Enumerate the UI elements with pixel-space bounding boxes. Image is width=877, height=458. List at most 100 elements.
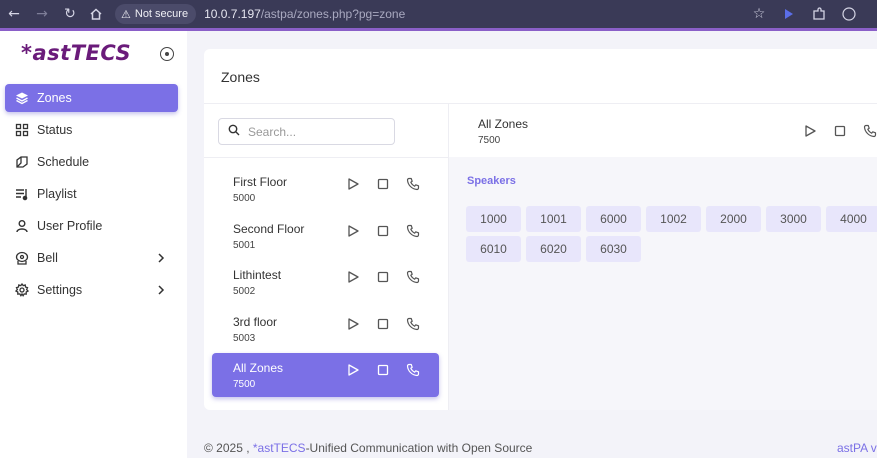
chevron-right-icon (156, 283, 166, 300)
sidebar-item-label: Playlist (37, 187, 77, 201)
phone-icon[interactable] (405, 176, 421, 192)
zone-name: 3rd floor (233, 314, 278, 329)
speaker-chip[interactable]: 6020 (526, 236, 581, 262)
bell-icon (15, 251, 29, 265)
copyright-text: © 2025 , (204, 441, 253, 455)
page-title: Zones (221, 69, 260, 85)
url-path: /astpa/zones.php?pg=zone (260, 7, 406, 21)
phone-icon[interactable] (405, 223, 421, 239)
sidebar-item-playlist[interactable]: Playlist (5, 180, 178, 208)
zone-name: All Zones (233, 361, 284, 376)
phone-icon[interactable] (405, 362, 421, 378)
sidebar-menu: Zones Status Schedule Playlist User Prof… (5, 84, 178, 308)
sidebar-item-label: Settings (37, 283, 83, 297)
zone-number: 5002 (233, 286, 256, 298)
sidebar: *astTECS Zones Status Schedule Playlist (0, 31, 187, 458)
security-chip[interactable]: ⚠ Not secure (115, 4, 197, 24)
phone-icon[interactable] (405, 316, 421, 332)
speakers-panel: Speakers 1000 1001 6000 1002 2000 3000 4… (449, 157, 877, 410)
speaker-chip[interactable]: 1002 (646, 206, 701, 232)
speaker-chip[interactable]: 1000 (466, 206, 521, 232)
zone-detail-header: All Zones 7500 (449, 104, 877, 157)
stop-icon[interactable] (375, 316, 391, 332)
speakers-heading: Speakers (467, 175, 516, 187)
zone-number: 5001 (233, 239, 256, 251)
forward-icon[interactable]: → (31, 3, 53, 25)
stop-icon[interactable] (375, 269, 391, 285)
sidebar-item-schedule[interactable]: Schedule (5, 148, 178, 176)
sidebar-item-status[interactable]: Status (5, 116, 178, 144)
chevron-right-icon (156, 251, 166, 268)
sidebar-item-bell[interactable]: Bell (5, 244, 178, 272)
zone-item-3rd-floor[interactable]: 3rd floor 5003 (212, 307, 439, 351)
speaker-chip[interactable]: 3000 (766, 206, 821, 232)
search-input[interactable] (248, 124, 388, 139)
sidebar-item-label: Schedule (37, 155, 90, 169)
zone-number: 5003 (233, 332, 256, 344)
security-label: Not secure (134, 8, 189, 20)
search-box (218, 118, 395, 145)
speaker-chip[interactable]: 6030 (586, 236, 641, 262)
reload-icon[interactable]: ↻ (59, 3, 81, 25)
speaker-chip[interactable]: 6000 (586, 206, 641, 232)
extensions-icon[interactable] (809, 3, 829, 25)
speaker-chip[interactable]: 6010 (466, 236, 521, 262)
speaker-grid: 1000 1001 6000 1002 2000 3000 4000 6010 … (466, 206, 877, 262)
url-host: 10.0.7.197 (204, 7, 261, 21)
version-label: astPA v (837, 441, 877, 455)
sidebar-item-label: Status (37, 123, 73, 137)
phone-icon[interactable] (405, 269, 421, 285)
zone-number: 7500 (233, 379, 256, 391)
extension-color-icon[interactable] (779, 3, 799, 25)
zone-item-lithintest[interactable]: Lithintest 5002 (212, 260, 439, 304)
zone-name: Lithintest (233, 268, 282, 283)
zone-name: Second Floor (233, 221, 305, 236)
zone-item-first-floor[interactable]: First Floor 5000 (212, 167, 439, 211)
phone-icon[interactable] (862, 123, 877, 139)
sidebar-item-settings[interactable]: Settings (5, 276, 178, 304)
zone-list-divider (204, 157, 448, 158)
url-text[interactable]: 10.0.7.197/astpa/zones.php?pg=zone (204, 7, 405, 21)
zone-number: 5000 (233, 193, 256, 204)
stop-icon[interactable] (375, 176, 391, 192)
gear-icon (15, 283, 29, 297)
play-icon[interactable] (802, 123, 818, 139)
play-icon[interactable] (345, 269, 361, 285)
footer-text: © 2025 , *astTECS-Unified Communication … (204, 441, 532, 455)
playlist-icon (15, 187, 29, 201)
back-icon[interactable]: ← (3, 3, 25, 25)
play-icon[interactable] (345, 362, 361, 378)
grid-icon (15, 123, 29, 137)
play-icon[interactable] (345, 316, 361, 332)
selected-zone-number: 7500 (478, 135, 501, 146)
stop-icon[interactable] (832, 123, 848, 139)
browser-toolbar: ← → ↻ ⚠ Not secure 10.0.7.197/astpa/zone… (0, 0, 877, 28)
layers-icon (15, 91, 29, 105)
sidebar-toggle-icon[interactable] (160, 47, 174, 61)
sidebar-item-user-profile[interactable]: User Profile (5, 212, 178, 240)
sidebar-item-zones[interactable]: Zones (5, 84, 178, 112)
speaker-chip[interactable]: 2000 (706, 206, 761, 232)
stop-icon[interactable] (375, 362, 391, 378)
play-icon[interactable] (345, 223, 361, 239)
stop-icon[interactable] (375, 223, 391, 239)
sidebar-item-label: Bell (37, 251, 58, 265)
app-logo[interactable]: *astTECS (21, 41, 131, 65)
zone-name: First Floor (233, 175, 287, 189)
play-icon[interactable] (345, 176, 361, 192)
bookmark-star-icon[interactable]: ☆ (749, 3, 769, 25)
address-bar[interactable]: ⚠ Not secure 10.0.7.197/astpa/zones.php?… (115, 3, 405, 25)
zone-item-all-zones[interactable]: All Zones 7500 (212, 353, 439, 398)
selected-zone-name: All Zones (478, 117, 529, 131)
speaker-chip[interactable]: 1001 (526, 206, 581, 232)
profile-icon[interactable] (839, 3, 859, 25)
sidebar-item-label: Zones (37, 91, 72, 105)
zone-item-second-floor[interactable]: Second Floor 5001 (212, 214, 439, 258)
search-icon (228, 124, 240, 139)
home-icon[interactable] (85, 3, 107, 25)
warning-icon: ⚠ (121, 7, 131, 21)
sidebar-item-label: User Profile (37, 219, 103, 233)
zones-card: Zones First Floor 5000 Second Floor 5001 (204, 49, 877, 410)
speaker-chip[interactable]: 4000 (826, 206, 877, 232)
footer-brand-link[interactable]: *astTECS (253, 441, 306, 455)
